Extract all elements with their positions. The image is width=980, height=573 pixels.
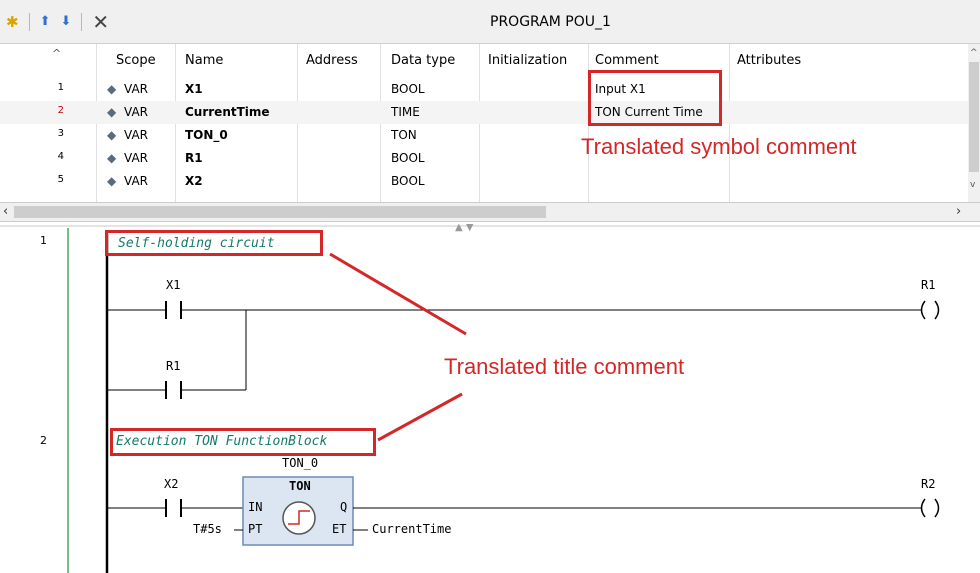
symbol-annotation: Translated symbol comment [581, 134, 857, 159]
scope-icon: ◆ [107, 174, 117, 188]
contact-label: X2 [164, 477, 179, 491]
column-header-data-type[interactable]: Data type [391, 53, 455, 68]
table-row[interactable]: 5 ◆ VAR X2 BOOL [0, 170, 968, 193]
row-number: 3 [57, 128, 64, 139]
scope-icon: ◆ [107, 105, 117, 119]
column-header-scope[interactable]: Scope [116, 53, 156, 68]
pin-et: ET [332, 522, 347, 536]
coil-r2 [920, 498, 940, 518]
table-row[interactable]: 2 ◆ VAR CurrentTime TIME TON Current Tim… [0, 101, 968, 124]
pin-q: Q [340, 500, 348, 514]
scrollbar-thumb[interactable] [14, 206, 546, 218]
scroll-up-icon[interactable]: ^ [970, 48, 978, 58]
name-cell[interactable]: R1 [185, 151, 203, 165]
new-item-icon[interactable]: ✱ [6, 12, 19, 32]
scope-icon: ◆ [107, 128, 117, 142]
type-cell[interactable]: BOOL [391, 174, 425, 188]
row-number: 1 [57, 82, 64, 93]
instance-label: TON_0 [282, 456, 319, 470]
declaration-table: ^ Scope Name Address Data type Initializ… [0, 44, 980, 202]
type-cell[interactable]: BOOL [391, 151, 425, 165]
horizontal-scrollbar[interactable]: ‹ › [0, 202, 980, 222]
network-number: 1 [40, 234, 47, 247]
type-cell[interactable]: TIME [391, 105, 420, 119]
symbol-comment-highlight [588, 70, 722, 126]
toolbar-separator [81, 13, 83, 31]
editor-toolbar: ✱ ⬆ ⬇ ✕ PROGRAM POU_1 [0, 0, 980, 44]
table-header: ^ Scope Name Address Data type Initializ… [0, 44, 968, 76]
pin-in: IN [248, 500, 263, 514]
ladder-editor: ▲ ▼ 1 Self-holding circuit X1 R1 R1 2 Ex… [0, 224, 980, 573]
contact-label: R1 [166, 359, 181, 373]
scope-icon: ◆ [107, 82, 117, 96]
scroll-right-icon[interactable]: › [956, 204, 961, 219]
scrollbar-thumb[interactable] [969, 62, 979, 172]
collapse-icon[interactable]: ^ [52, 47, 61, 60]
column-header-initialization[interactable]: Initialization [488, 53, 567, 68]
type-cell[interactable]: TON [391, 128, 417, 142]
block-type-label: TON [289, 479, 311, 493]
name-cell[interactable]: CurrentTime [185, 105, 270, 119]
name-cell[interactable]: TON_0 [185, 128, 228, 142]
scope-cell: VAR [124, 105, 148, 119]
row-number: 2 [57, 105, 64, 116]
delete-icon[interactable]: ✕ [92, 12, 109, 32]
coil-label: R2 [921, 477, 936, 491]
scroll-down-icon[interactable]: v [970, 180, 975, 190]
pt-value[interactable]: T#5s [193, 522, 222, 536]
title-comment-highlight-1 [105, 230, 323, 256]
scope-icon: ◆ [107, 151, 117, 165]
scope-cell: VAR [124, 174, 148, 188]
column-header-attributes[interactable]: Attributes [737, 53, 801, 68]
column-header-name[interactable]: Name [185, 53, 223, 68]
arrow-up-icon[interactable]: ⬆ [40, 12, 51, 32]
toolbar-separator [28, 13, 30, 31]
title-annotation: Translated title comment [444, 354, 685, 379]
coil-r1 [920, 300, 940, 320]
coil-label: R1 [921, 278, 936, 292]
row-number: 5 [57, 174, 64, 185]
vertical-scrollbar[interactable]: ^ v [968, 44, 980, 202]
ladder-diagram: ▲ ▼ [0, 224, 980, 573]
arrow-down-icon[interactable]: ⬇ [60, 12, 71, 32]
table-row[interactable]: 1 ◆ VAR X1 BOOL Input X1 [0, 78, 968, 101]
row-number: 4 [57, 151, 64, 162]
name-cell[interactable]: X1 [185, 82, 203, 96]
title-comment-highlight-2 [110, 428, 376, 456]
pin-pt: PT [248, 522, 263, 536]
scroll-left-icon[interactable]: ‹ [3, 204, 8, 219]
type-cell[interactable]: BOOL [391, 82, 425, 96]
splitter-grip-icon: ▲ ▼ [455, 224, 474, 233]
column-header-comment[interactable]: Comment [595, 53, 659, 68]
column-header-address[interactable]: Address [306, 53, 358, 68]
pou-title: PROGRAM POU_1 [490, 14, 611, 30]
scope-cell: VAR [124, 128, 148, 142]
contact-label: X1 [166, 278, 181, 292]
network-number: 2 [40, 434, 47, 447]
scope-cell: VAR [124, 151, 148, 165]
name-cell[interactable]: X2 [185, 174, 203, 188]
et-output-variable[interactable]: CurrentTime [372, 522, 451, 536]
scope-cell: VAR [124, 82, 148, 96]
